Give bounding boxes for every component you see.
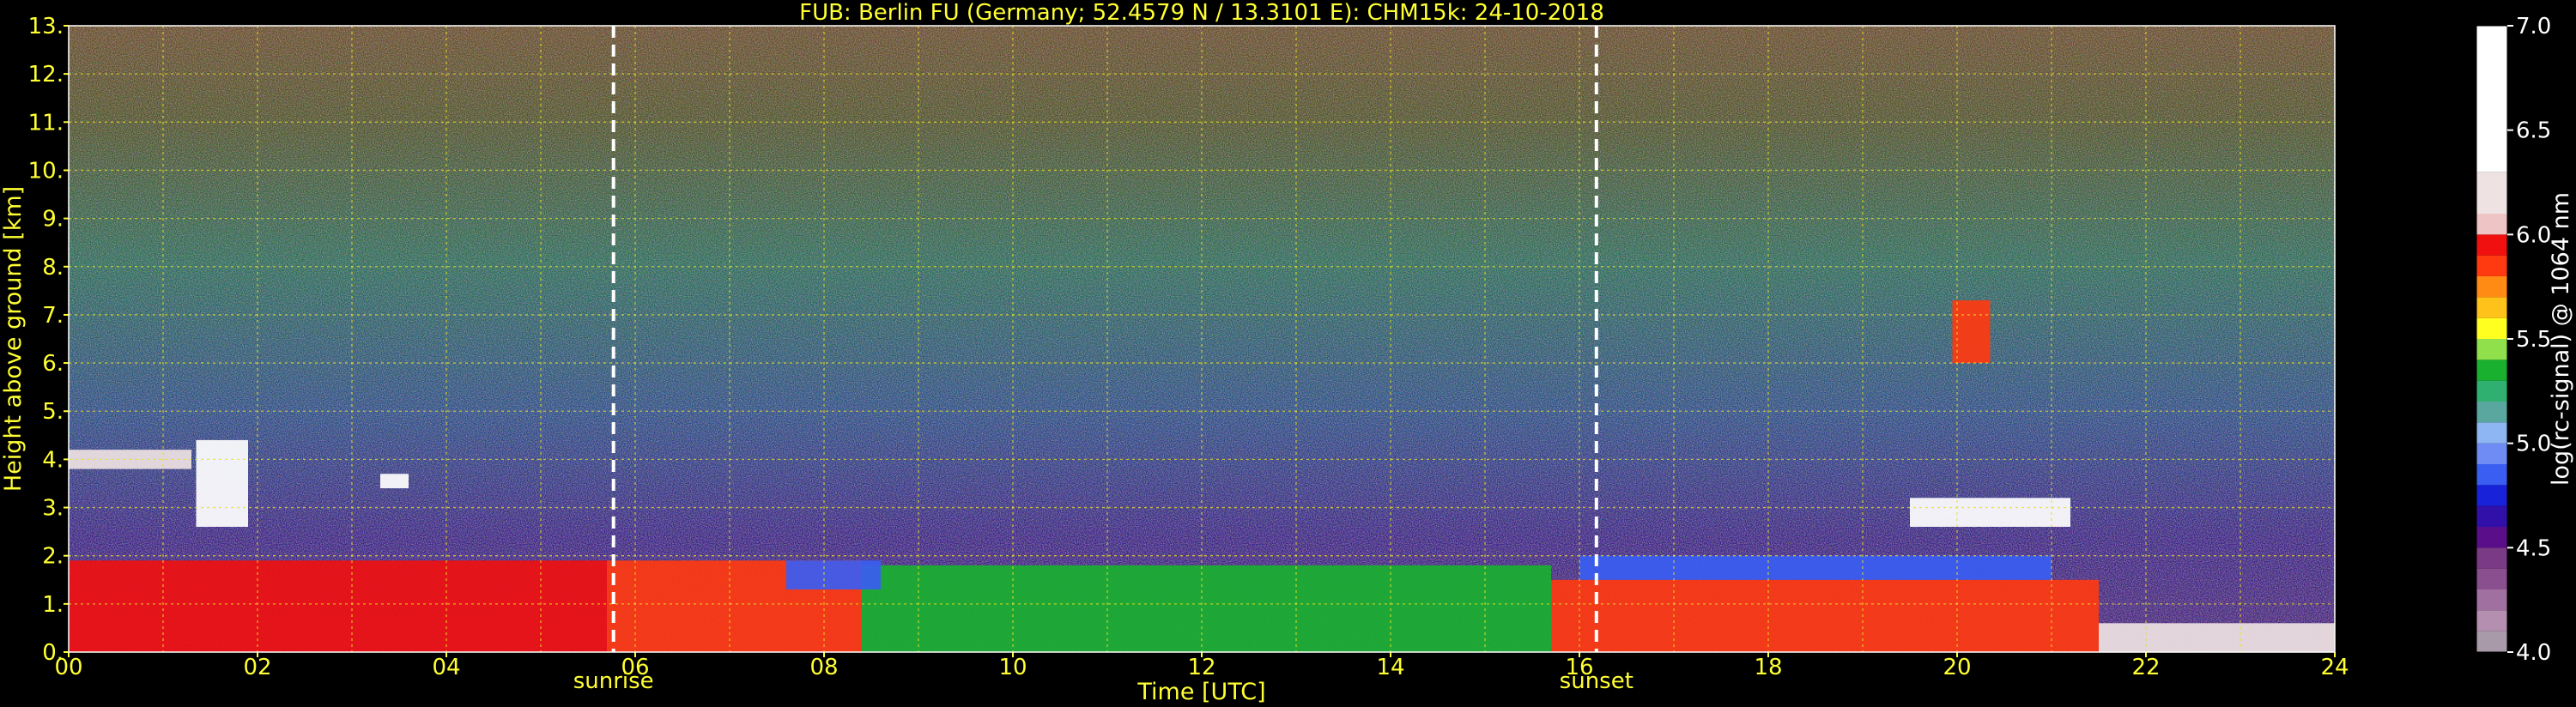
colorbar-tick-label: 7.0 — [2516, 14, 2551, 39]
colorbar-band — [2476, 631, 2507, 652]
colorbar-band — [2476, 547, 2507, 569]
y-tick-label: 5. — [42, 399, 64, 425]
colorbar-band — [2476, 255, 2507, 276]
colorbar-ticks: 4.0 4.5 5.0 5.5 6.0 6.5 7.0 — [2507, 14, 2551, 666]
colorbar-tick-label: 4.0 — [2516, 640, 2551, 666]
ceilometer-figure: FUB: Berlin FU (Germany; 52.4579 N / 13.… — [0, 0, 2574, 705]
layer-boundary-layer-late — [2099, 623, 2335, 652]
y-tick-label: 4. — [42, 447, 64, 473]
colorbar-band — [2476, 610, 2507, 631]
y-tick-label: 3. — [42, 496, 64, 522]
colorbar-band — [2476, 214, 2507, 235]
colorbar-tick-label: 5.5 — [2516, 327, 2551, 353]
x-tick-label: 04 — [432, 655, 460, 680]
y-tick-label: 0. — [42, 640, 64, 666]
layer-boundary-layer-evening — [1551, 579, 2099, 652]
x-tick-label: 14 — [1376, 655, 1404, 680]
y-tick-label: 13. — [28, 14, 64, 39]
y-axis: 0. 1. 2. 3. 4. 5. 6. 7. 8. 9. 10. 11. 12. 13. — [28, 14, 69, 666]
x-tick-label: 02 — [243, 655, 271, 680]
x-tick-label: 08 — [809, 655, 838, 680]
y-tick-label: 6. — [42, 351, 64, 377]
layer-cloud-2030 — [1910, 498, 2070, 527]
y-tick-label: 1. — [42, 592, 64, 618]
colorbar-tick-label: 6.5 — [2516, 118, 2551, 144]
colorbar-band — [2476, 172, 2507, 214]
y-tick-label: 10. — [28, 158, 64, 184]
colorbar-band — [2476, 317, 2507, 339]
y-tick-label: 12. — [28, 62, 64, 88]
plot-area — [69, 26, 2335, 652]
layer-elevated-layer-evening — [1579, 555, 2052, 580]
sun-marker-labels: sunrise sunset — [573, 668, 1633, 694]
layer-cloud-0145 — [196, 439, 248, 527]
colorbar-band — [2476, 360, 2507, 381]
colorbar-band — [2476, 589, 2507, 611]
sunrise-label: sunrise — [573, 668, 654, 694]
colorbar-tick-label: 6.0 — [2516, 222, 2551, 248]
y-tick-label: 11. — [28, 110, 64, 136]
layer-aerosol-top-morning — [786, 560, 881, 589]
colorbar-tick-label: 5.0 — [2516, 432, 2551, 457]
colorbar-band — [2476, 297, 2507, 318]
colorbar-band — [2476, 443, 2507, 464]
x-tick-label: 22 — [2131, 655, 2160, 680]
colorbar-label: log(rc-signal) @ 1064 nm — [2548, 192, 2574, 486]
layer-boundary-layer-day — [862, 565, 1551, 652]
colorbar-band — [2476, 402, 2507, 423]
sunset-label: sunset — [1560, 668, 1633, 694]
y-tick-label: 7. — [42, 303, 64, 329]
x-tick-label: 12 — [1187, 655, 1215, 680]
chart-title: FUB: Berlin FU (Germany; 52.4579 N / 13.… — [799, 0, 1604, 26]
layer-cloud-2000 — [1952, 300, 1991, 364]
colorbar-band — [2476, 485, 2507, 506]
colorbar-band — [2476, 339, 2507, 360]
colorbar-band — [2476, 505, 2507, 527]
colorbar-band — [2476, 234, 2507, 256]
colorbar-band — [2476, 568, 2507, 589]
colorbar-band — [2476, 527, 2507, 548]
y-tick-label: 8. — [42, 255, 64, 281]
colorbar-tick-label: 4.5 — [2516, 535, 2551, 561]
x-axis: 00 02 04 06 08 10 12 14 16 18 20 22 24 — [54, 652, 2349, 680]
x-tick-label: 10 — [998, 655, 1027, 680]
layer-boundary-layer-night — [69, 560, 607, 652]
colorbar-band — [2476, 464, 2507, 486]
x-tick-label: 24 — [2320, 655, 2349, 680]
y-axis-label: Height above ground [km] — [0, 186, 27, 492]
y-tick-label: 2. — [42, 544, 64, 570]
x-axis-label: Time [UTC] — [1136, 679, 1265, 705]
colorbar-band — [2476, 380, 2507, 402]
x-tick-label: 18 — [1754, 655, 1782, 680]
x-tick-label: 20 — [1943, 655, 1971, 680]
layer-cloud-0330 — [380, 474, 409, 489]
colorbar-band — [2476, 26, 2507, 172]
y-tick-label: 9. — [42, 207, 64, 233]
colorbar-band — [2476, 422, 2507, 444]
colorbar — [2476, 25, 2508, 653]
colorbar-band — [2476, 276, 2507, 298]
